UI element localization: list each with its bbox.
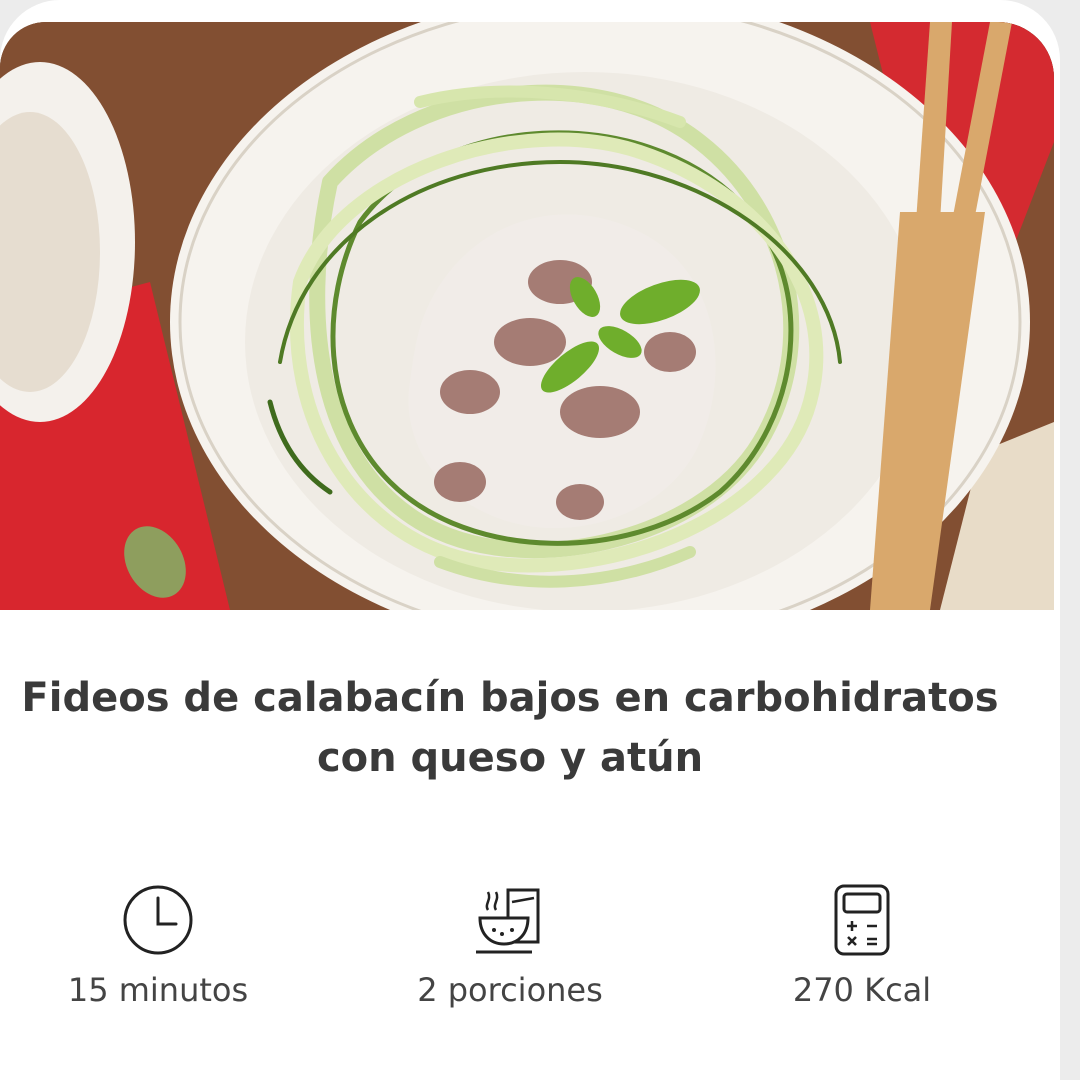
- recipe-title[interactable]: Fideos de calabacín bajos en carbohidrat…: [0, 668, 1020, 788]
- clock-icon: [28, 875, 288, 965]
- bowl-servings-icon: [380, 875, 640, 965]
- stat-servings-label: 2 porciones: [417, 971, 603, 1009]
- recipe-photo: [0, 22, 1054, 610]
- stat-calories: 270 Kcal: [732, 875, 992, 1009]
- stat-time-label: 15 minutos: [67, 971, 249, 1009]
- stat-servings: 2 porciones: [380, 875, 640, 1009]
- stat-calories-label: 270 Kcal: [792, 971, 932, 1009]
- recipe-card[interactable]: Fideos de calabacín bajos en carbohidrat…: [0, 0, 1060, 1080]
- recipe-title-line-2: con queso y atún: [316, 735, 704, 781]
- recipe-photo-image: [0, 22, 1054, 610]
- recipe-title-line-1: Fideos de calabacín bajos en carbohidrat…: [21, 675, 999, 721]
- stat-time: 15 minutos: [28, 875, 288, 1009]
- calculator-icon: [732, 875, 992, 965]
